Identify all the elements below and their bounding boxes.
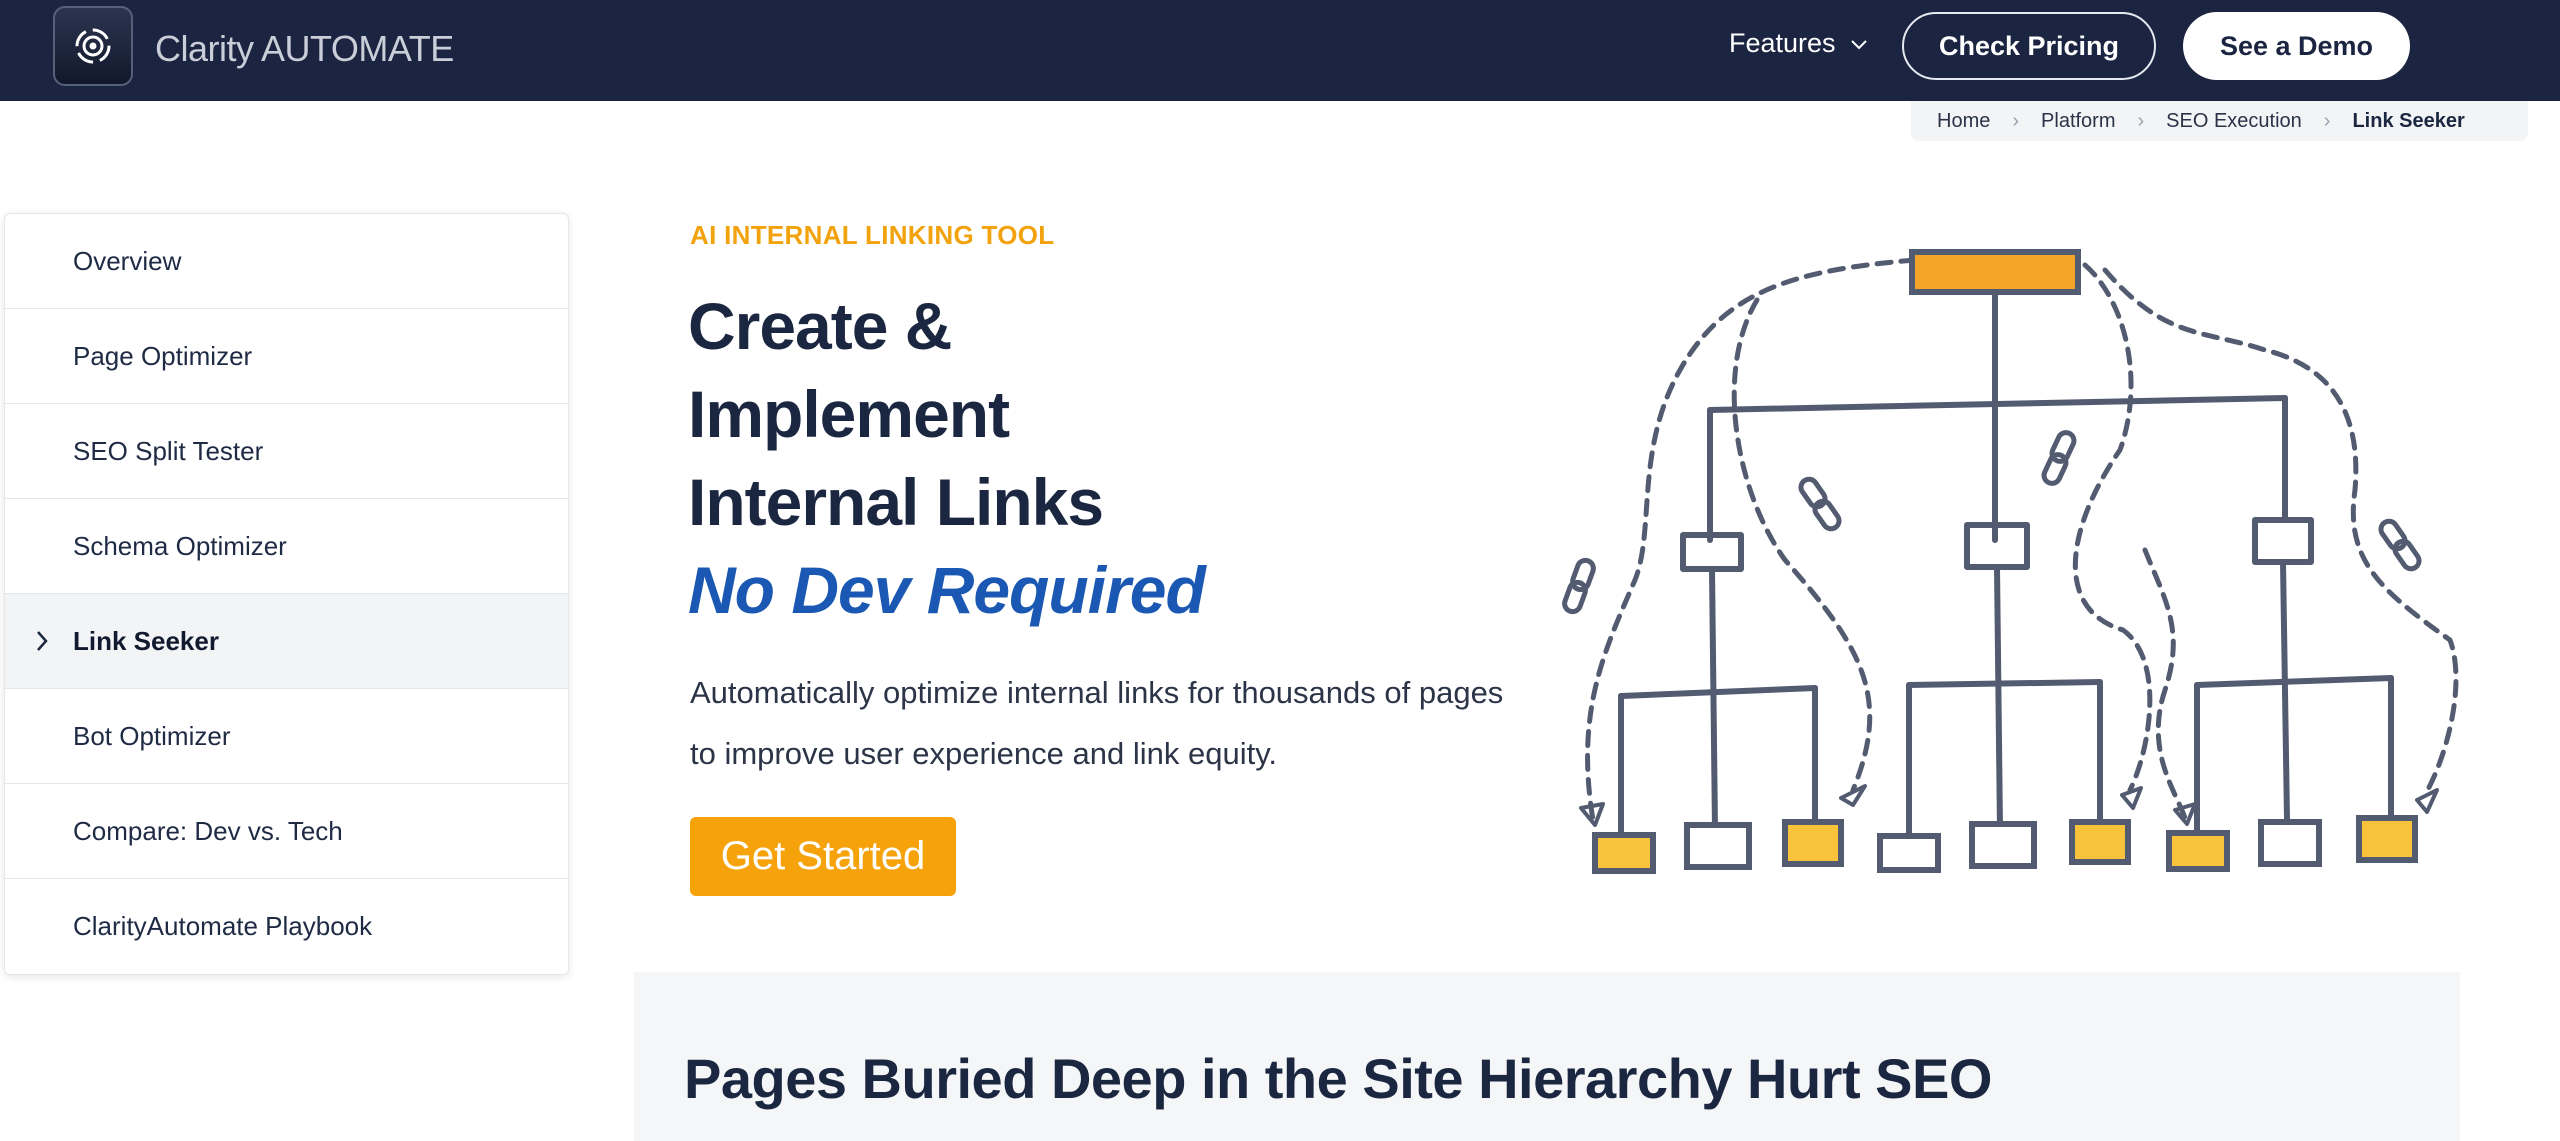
hero-title-line: Implement (688, 377, 1010, 451)
site-hierarchy-illustration (1562, 249, 2459, 874)
check-pricing-label: Check Pricing (1938, 30, 2120, 61)
sidebar-item-label: ClarityAutomate Playbook (73, 911, 373, 941)
features-menu[interactable]: Features (1729, 28, 1868, 59)
logo[interactable] (53, 6, 133, 86)
hero-title-line: Create & (688, 289, 952, 363)
sidebar-item-playbook[interactable]: ClarityAutomate Playbook (5, 879, 568, 974)
sidebar-item-label: SEO Split Tester (73, 435, 264, 466)
see-demo-label: See a Demo (2219, 30, 2374, 61)
breadcrumb-separator-icon: › (2137, 109, 2145, 132)
breadcrumb-seo-execution[interactable]: SEO Execution (2166, 110, 2302, 133)
sidebar-menu: Overview Page Optimizer SEO Split Tester… (4, 213, 569, 975)
hero-title: Create & Implement Internal Links No Dev… (688, 282, 1388, 634)
breadcrumb-home[interactable]: Home (1937, 110, 1990, 133)
chevron-right-icon (37, 631, 48, 651)
features-menu-label: Features (1729, 28, 1836, 58)
sidebar-item-seo-split-tester[interactable]: SEO Split Tester (5, 404, 568, 499)
hero-title-line: Internal Links (688, 465, 1104, 539)
hero-subtitle: Automatically optimize internal links fo… (690, 675, 1504, 771)
get-started-label: Get Started (720, 834, 926, 878)
hero-eyebrow: AI INTERNAL LINKING TOOL (690, 220, 1055, 250)
chevron-down-icon (1850, 39, 1867, 49)
brand-name[interactable]: Clarity AUTOMATE (155, 28, 454, 70)
sidebar-item-label: Overview (73, 245, 182, 276)
section-title: Pages Buried Deep in the Site Hierarchy … (684, 1047, 1992, 1110)
check-pricing-button[interactable]: Check Pricing (1902, 12, 2156, 80)
see-demo-button[interactable]: See a Demo (2183, 12, 2410, 80)
sidebar-item-bot-optimizer[interactable]: Bot Optimizer (5, 689, 568, 784)
brand-name-text: Clarity (155, 28, 254, 69)
top-navigation-bar: Clarity AUTOMATE Features Check Pricing … (0, 0, 2560, 101)
sidebar-item-compare[interactable]: Compare: Dev vs. Tech (5, 784, 568, 879)
sidebar-item-label: Schema Optimizer (73, 530, 287, 561)
get-started-button[interactable]: Get Started (690, 817, 956, 896)
sidebar-item-overview[interactable]: Overview (5, 214, 568, 309)
sidebar-item-label: Page Optimizer (73, 340, 253, 371)
sidebar-item-page-optimizer[interactable]: Page Optimizer (5, 309, 568, 404)
sidebar-item-label: Link Seeker (73, 625, 219, 656)
sidebar-item-label: Bot Optimizer (73, 720, 231, 751)
sidebar-item-schema-optimizer[interactable]: Schema Optimizer (5, 499, 568, 594)
brand-name-suffix: AUTOMATE (261, 28, 454, 69)
breadcrumb: Home › Platform › SEO Execution › Link S… (1911, 101, 2528, 141)
breadcrumb-separator-icon: › (2323, 109, 2331, 132)
sidebar-item-label: Compare: Dev vs. Tech (73, 815, 343, 846)
breadcrumb-platform[interactable]: Platform (2041, 110, 2115, 133)
sidebar-item-link-seeker[interactable]: Link Seeker (5, 594, 568, 689)
gear-logo-icon (75, 28, 111, 64)
breadcrumb-current: Link Seeker (2352, 109, 2465, 132)
breadcrumb-separator-icon: › (2012, 109, 2020, 132)
hero-title-accent: No Dev Required (688, 553, 1206, 627)
